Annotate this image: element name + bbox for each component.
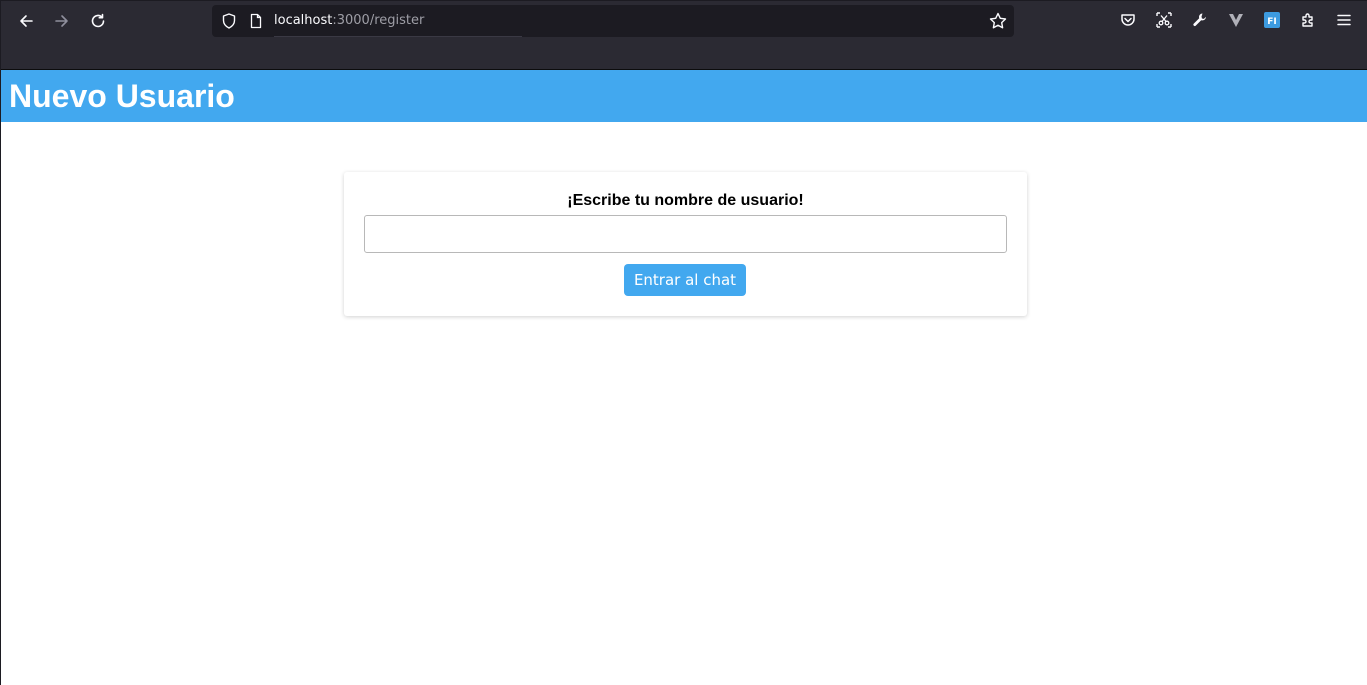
forward-arrow-icon: [55, 15, 68, 27]
extensions-button[interactable]: [1298, 10, 1318, 30]
address-bar[interactable]: localhost:3000/register: [212, 5, 1014, 37]
page-header: Nuevo Usuario: [1, 70, 1367, 122]
fi-extension-icon: FI: [1264, 12, 1280, 28]
back-button[interactable]: [12, 7, 40, 35]
register-form-card: ¡Escribe tu nombre de usuario! Entrar al…: [344, 172, 1027, 316]
v-extension-icon: [1229, 14, 1243, 27]
username-label: ¡Escribe tu nombre de usuario!: [567, 192, 804, 209]
username-input[interactable]: [364, 215, 1007, 253]
extensions-puzzle-icon: [1302, 13, 1313, 27]
devtools-button[interactable]: [1190, 10, 1210, 30]
tracking-shield-icon[interactable]: [220, 12, 238, 30]
reload-button[interactable]: [84, 7, 112, 35]
screenshot-icon: [1156, 12, 1172, 28]
pocket-button[interactable]: [1118, 10, 1138, 30]
reload-icon: [91, 13, 105, 28]
pocket-icon: [1121, 14, 1135, 26]
url-host: localhost: [274, 13, 333, 28]
browser-toolbar: localhost:3000/register FI: [1, 0, 1367, 70]
screenshot-button[interactable]: [1154, 10, 1174, 30]
url-underline: [274, 36, 522, 37]
url-path: :3000/register: [332, 13, 425, 28]
fi-extension-label: FI: [1267, 17, 1277, 27]
page-info-icon[interactable]: [248, 13, 264, 29]
wrench-icon: [1193, 13, 1206, 27]
app-menu-button[interactable]: [1334, 10, 1354, 30]
bookmark-star-icon[interactable]: [988, 11, 1008, 31]
back-arrow-icon: [20, 15, 33, 27]
v-extension-button[interactable]: [1226, 10, 1246, 30]
url-text[interactable]: localhost:3000/register: [274, 13, 424, 28]
forward-button[interactable]: [48, 7, 76, 35]
enter-chat-button[interactable]: Entrar al chat: [624, 264, 746, 296]
fi-extension-button[interactable]: FI: [1262, 10, 1282, 30]
hamburger-menu-icon: [1337, 14, 1351, 26]
window-top-border: [1, 0, 1367, 1]
page-title: Nuevo Usuario: [9, 78, 235, 114]
